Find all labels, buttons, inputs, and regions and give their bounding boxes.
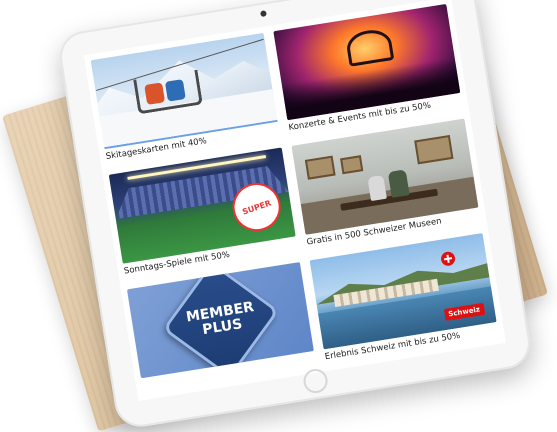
- tile-ski-passes[interactable]: Skitageskarten mit 40%: [90, 32, 280, 165]
- tablet-device: Skitageskarten mit 40% Konzerte & Events…: [56, 0, 534, 431]
- camera-icon: [260, 10, 267, 18]
- tile-sunday-games[interactable]: SUPER Sonntags-Spiele mit 50%: [108, 147, 298, 279]
- tile-experience-switzerland[interactable]: Schweiz Erlebnis Schweiz mit bis zu 50%: [309, 233, 499, 365]
- swiss-cross-icon: [439, 250, 456, 267]
- scene: Skitageskarten mit 40% Konzerte & Events…: [0, 0, 557, 432]
- hands-heart-icon: [344, 26, 394, 67]
- tile-concerts-events[interactable]: Konzerte & Events mit bis zu 50%: [273, 3, 462, 136]
- tile-member-plus[interactable]: MEMBER PLUS: [126, 262, 316, 394]
- super-badge-text: SUPER: [240, 198, 272, 217]
- tablet-screen: Skitageskarten mit 40% Konzerte & Events…: [83, 0, 506, 401]
- tile-museums[interactable]: Gratis in 500 Schweizer Museen: [291, 118, 480, 251]
